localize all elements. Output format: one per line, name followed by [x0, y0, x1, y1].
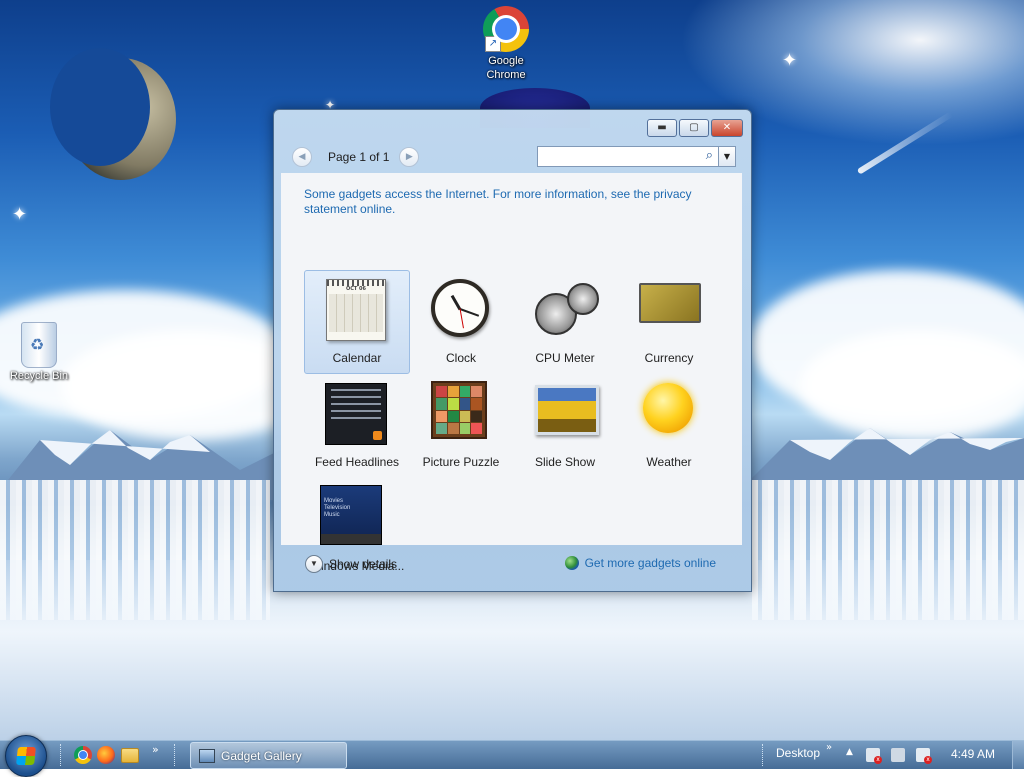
media-line: Music [324, 512, 340, 518]
gadget-gallery-window: ▬ ▢ ✕ ◀ Page 1 of 1 ▶ ⌕ ▼ Some gadgets a… [273, 109, 752, 592]
calendar-month: OCT 06 [345, 286, 367, 292]
taskbar-button-gadget-gallery[interactable]: Gadget Gallery [190, 742, 347, 769]
weather-sun-icon [643, 383, 693, 433]
gadget-tile-clock[interactable]: Clock [408, 270, 514, 374]
quick-launch-overflow-button[interactable]: » [152, 743, 159, 756]
gadget-tile-picture-puzzle[interactable]: Picture Puzzle [408, 374, 514, 478]
maximize-icon: ▢ [689, 122, 699, 133]
gadget-tile-cpu-meter[interactable]: CPU Meter [512, 270, 618, 374]
cpu-meter-thumbnail-icon [531, 281, 601, 335]
desktop-toolbar-overflow-button[interactable]: » [826, 742, 832, 753]
gadget-label: Feed Headlines [314, 455, 400, 469]
feed-headlines-thumbnail-icon [325, 383, 387, 445]
comet-decoration [856, 111, 954, 175]
search-icon[interactable]: ⌕ [706, 148, 713, 163]
file-explorer-icon[interactable] [121, 748, 139, 763]
gadget-label: Currency [644, 351, 694, 365]
chrome-icon: ↗ [483, 6, 529, 52]
star-decoration: ✦ [782, 50, 798, 71]
gadget-label: Clock [445, 351, 476, 365]
firefox-icon[interactable] [97, 746, 115, 764]
show-details-button[interactable]: ▼ Show details [305, 555, 397, 573]
show-desktop-button[interactable] [1012, 741, 1024, 769]
gallery-toolbar: ◀ Page 1 of 1 ▶ ⌕ ▼ [281, 141, 742, 171]
taskbar: » Gadget Gallery Desktop » ▲ x x 4:49 AM [0, 735, 1024, 777]
taskbar-divider [174, 744, 177, 766]
chevron-down-icon: ▼ [723, 152, 731, 161]
gadget-label: Slide Show [534, 455, 596, 469]
calendar-thumbnail-icon: OCT 06 [326, 279, 386, 341]
chevron-down-icon: ▼ [305, 555, 323, 573]
desktop-toolbar-label[interactable]: Desktop [776, 746, 820, 760]
gadget-tile-calendar[interactable]: OCT 06 Calendar [304, 270, 410, 374]
gadget-tile-slide-show[interactable]: Slide Show [512, 374, 618, 478]
close-button[interactable]: ✕ [711, 119, 743, 137]
desktop-icon-label: Google Chrome [486, 55, 526, 81]
start-button[interactable] [5, 735, 47, 777]
get-more-gadgets-label: Get more gadgets online [584, 556, 716, 570]
gadget-label: Picture Puzzle [422, 455, 500, 469]
gadget-tile-feed-headlines[interactable]: Feed Headlines [304, 374, 410, 478]
minimize-button[interactable]: ▬ [647, 119, 677, 137]
show-hidden-icons-button[interactable]: ▲ [846, 747, 853, 757]
maximize-button[interactable]: ▢ [679, 119, 709, 137]
page-indicator: Page 1 of 1 [328, 149, 390, 164]
show-details-label: Show details [329, 557, 398, 571]
taskbar-clock[interactable]: 4:49 AM [951, 747, 995, 761]
privacy-notice-link[interactable]: Some gadgets access the Internet. For mo… [304, 187, 724, 217]
get-more-gadgets-link[interactable]: Get more gadgets online [564, 556, 716, 570]
action-center-icon[interactable]: x [866, 748, 882, 764]
media-line: Television [324, 505, 351, 511]
left-arrow-icon: ◀ [298, 151, 306, 162]
windows-media-thumbnail-icon: Movies Television Music [320, 485, 382, 545]
taskbar-divider [762, 744, 765, 766]
gallery-content: Some gadgets access the Internet. For mo… [281, 173, 742, 573]
taskbar-divider [60, 744, 63, 766]
gadget-gallery-icon [199, 748, 215, 763]
desktop-icon-label: Recycle Bin [9, 370, 69, 382]
media-line: Movies [324, 498, 344, 504]
shortcut-arrow-icon: ↗ [485, 36, 501, 52]
moon-shadow-decoration [50, 48, 150, 166]
network-icon[interactable] [891, 748, 905, 762]
gadget-label: Calendar [332, 351, 382, 365]
gallery-footer: ▼ Show details Get more gadgets online [281, 547, 742, 583]
minimize-icon: ▬ [657, 122, 667, 133]
gadget-label: CPU Meter [535, 351, 595, 365]
volume-icon[interactable]: x [916, 748, 932, 764]
gadget-tile-currency[interactable]: Currency [616, 270, 722, 374]
currency-thumbnail-icon [639, 283, 701, 323]
desktop-icon-recycle-bin[interactable]: Recycle Bin [3, 322, 75, 382]
picture-puzzle-thumbnail-icon [431, 381, 487, 439]
desktop-icon-google-chrome[interactable]: ↗ Google Chrome [470, 6, 542, 82]
chrome-icon[interactable] [74, 746, 92, 764]
close-icon: ✕ [722, 122, 732, 133]
recycle-bin-icon [21, 322, 57, 368]
next-page-button[interactable]: ▶ [399, 146, 420, 167]
clock-thumbnail-icon [431, 279, 489, 337]
gadget-tile-weather[interactable]: Weather [616, 374, 722, 478]
right-arrow-icon: ▶ [405, 151, 413, 162]
globe-icon [564, 556, 579, 570]
search-box: ⌕ [537, 146, 719, 167]
pager: ◀ Page 1 of 1 ▶ [292, 146, 420, 167]
search-dropdown-button[interactable]: ▼ [718, 146, 736, 167]
window-controls: ▬ ▢ ✕ [647, 119, 743, 137]
star-decoration: ✦ [12, 204, 28, 225]
task-label: Gadget Gallery [221, 748, 302, 763]
gadget-label: Weather [646, 455, 692, 469]
slide-show-thumbnail-icon [535, 385, 599, 435]
previous-page-button[interactable]: ◀ [292, 146, 312, 167]
search-input[interactable] [538, 149, 696, 167]
